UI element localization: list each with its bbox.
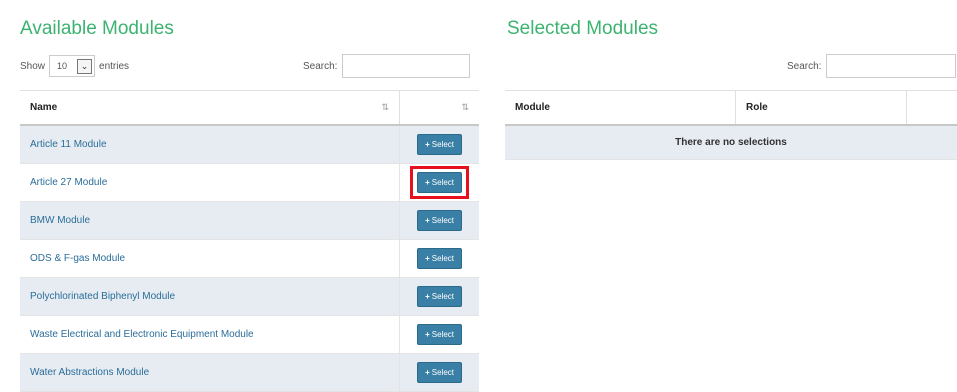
table-header-row: Name ⇅ ⇅: [20, 91, 479, 126]
entries-length-control: Show 10 ⌄ entries: [20, 53, 129, 79]
table-row: There are no selections: [505, 125, 957, 160]
table-row: BMW Module +Select: [20, 202, 479, 240]
available-modules-title: Available Modules: [20, 18, 174, 40]
table-header-row: Module Role: [505, 91, 957, 126]
entries-value: 10: [57, 61, 67, 71]
action-column-header[interactable]: ⇅: [400, 91, 479, 126]
name-column-header[interactable]: Name ⇅: [20, 91, 400, 126]
module-name: BMW Module: [20, 202, 400, 240]
module-name: ODS & F-gas Module: [20, 240, 400, 278]
select-button[interactable]: +Select: [417, 210, 462, 231]
available-modules-table: Name ⇅ ⇅ Article 11 Module +Select Artic…: [20, 90, 479, 392]
entries-select[interactable]: 10 ⌄: [49, 55, 95, 77]
selected-search-label: Search:: [787, 61, 821, 72]
role-column-header[interactable]: Role: [736, 91, 907, 126]
selected-modules-title: Selected Modules: [507, 18, 658, 40]
selected-search-input[interactable]: [826, 54, 956, 78]
select-button[interactable]: +Select: [417, 134, 462, 155]
extra-column-header: [907, 91, 957, 126]
available-search-input[interactable]: [342, 54, 470, 78]
available-search-label: Search:: [303, 61, 337, 72]
name-column-label: Name: [30, 102, 57, 113]
empty-message: There are no selections: [505, 125, 957, 160]
module-name: Article 27 Module: [20, 164, 400, 202]
table-row: Waste Electrical and Electronic Equipmen…: [20, 316, 479, 354]
select-button[interactable]: +Select: [417, 286, 462, 307]
sort-icon[interactable]: ⇅: [461, 102, 469, 113]
table-row: Polychlorinated Biphenyl Module +Select: [20, 278, 479, 316]
show-label: Show: [20, 61, 45, 72]
plus-icon: +: [425, 292, 430, 301]
plus-icon: +: [425, 368, 430, 377]
table-row: Water Abstractions Module +Select: [20, 354, 479, 392]
selected-search: Search:: [787, 53, 956, 79]
sort-icon[interactable]: ⇅: [382, 102, 390, 113]
module-name: Water Abstractions Module: [20, 354, 400, 392]
plus-icon: +: [425, 178, 430, 187]
module-name: Polychlorinated Biphenyl Module: [20, 278, 400, 316]
module-name: Waste Electrical and Electronic Equipmen…: [20, 316, 400, 354]
select-button[interactable]: +Select: [417, 172, 462, 193]
select-button[interactable]: +Select: [417, 324, 462, 345]
table-row: ODS & F-gas Module +Select: [20, 240, 479, 278]
plus-icon: +: [425, 140, 430, 149]
plus-icon: +: [425, 254, 430, 263]
module-column-header[interactable]: Module: [505, 91, 736, 126]
selected-modules-table: Module Role There are no selections: [505, 90, 957, 160]
plus-icon: +: [425, 330, 430, 339]
plus-icon: +: [425, 216, 430, 225]
chevron-down-icon[interactable]: ⌄: [77, 59, 92, 74]
table-row: Article 27 Module +Select: [20, 164, 479, 202]
select-button[interactable]: +Select: [417, 248, 462, 269]
table-row: Article 11 Module +Select: [20, 125, 479, 164]
module-name: Article 11 Module: [20, 125, 400, 164]
available-search: Search:: [303, 53, 470, 79]
select-button[interactable]: +Select: [417, 362, 462, 383]
highlight-box: +Select: [410, 166, 469, 199]
entries-label: entries: [99, 61, 129, 72]
